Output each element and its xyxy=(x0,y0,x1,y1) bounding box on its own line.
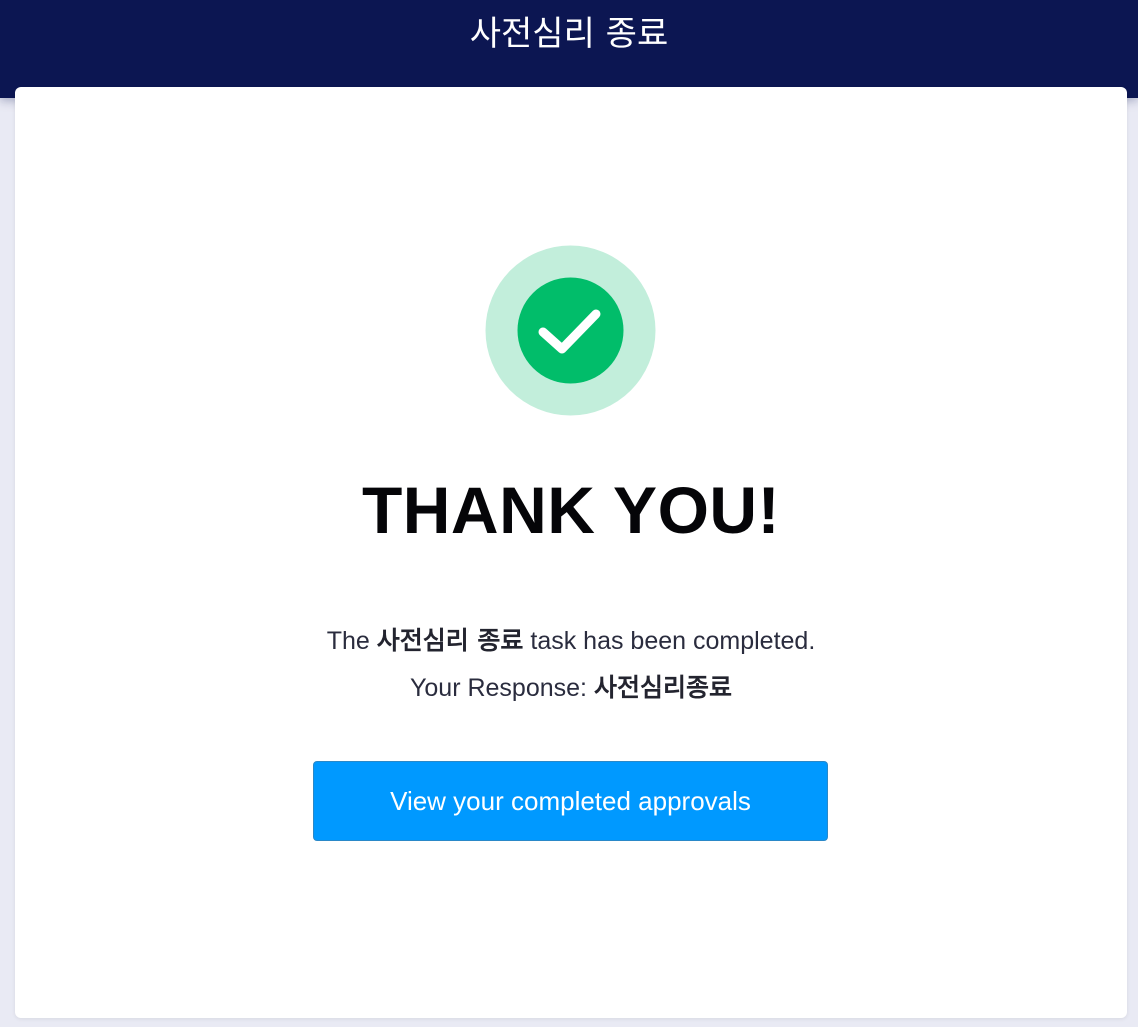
response-label: Your Response: xyxy=(410,674,594,702)
app-header: 사전심리 종료 xyxy=(0,0,1138,98)
response-message: Your Response: 사전심리종료 xyxy=(15,672,1127,704)
check-inner-circle xyxy=(517,277,624,384)
message-prefix: The xyxy=(326,627,377,655)
view-completed-approvals-button[interactable]: View your completed approvals xyxy=(313,761,828,841)
completion-message: The 사전심리 종료 task has been completed. xyxy=(15,625,1127,657)
check-circle-icon xyxy=(485,245,656,416)
response-value: 사전심리종료 xyxy=(593,673,732,702)
header-title: 사전심리 종료 xyxy=(469,14,669,54)
message-suffix: task has been completed. xyxy=(523,627,816,655)
task-name: 사전심리 종료 xyxy=(376,626,524,655)
confirmation-card: THANK YOU! The 사전심리 종료 task has been com… xyxy=(15,87,1127,1018)
thank-you-title: THANK YOU! xyxy=(361,473,781,547)
